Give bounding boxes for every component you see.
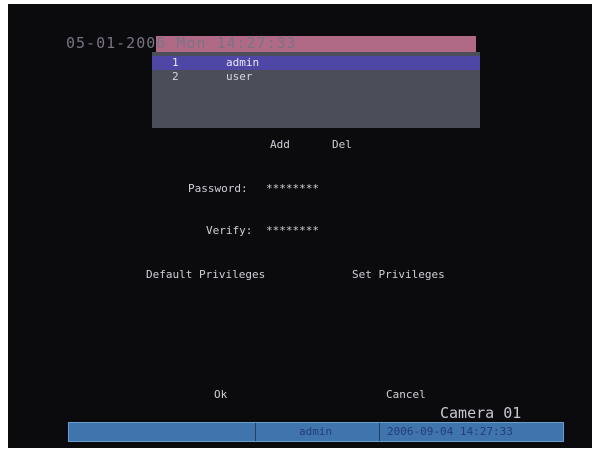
add-button[interactable]: Add [270, 138, 290, 151]
default-privileges-button[interactable]: Default Privileges [146, 268, 265, 281]
user-index: 1 [172, 56, 179, 69]
verify-label: Verify: [206, 224, 253, 237]
password-field[interactable]: ******** [266, 182, 319, 195]
list-item[interactable]: 1 admin [152, 56, 480, 70]
status-datetime: 2006-09-04 14:27:33 [387, 425, 513, 438]
delete-button[interactable]: Del [332, 138, 352, 151]
user-name: user [226, 70, 253, 83]
camera-label: Camera 01 [440, 404, 522, 422]
list-item[interactable]: 2 user [152, 70, 480, 84]
user-index: 2 [172, 70, 179, 83]
verify-field[interactable]: ******** [266, 224, 319, 237]
password-label: Password: [188, 182, 248, 195]
user-list[interactable]: 1 admin 2 user [152, 52, 480, 128]
set-privileges-button[interactable]: Set Privileges [352, 268, 445, 281]
dvr-screen: 05-01-2006 Mon 14:27:33 1 admin 2 user A… [8, 4, 592, 448]
user-name: admin [226, 56, 260, 69]
cancel-button[interactable]: Cancel [386, 388, 426, 401]
datetime-overlay: 05-01-2006 Mon 14:27:33 [66, 34, 297, 52]
status-divider [255, 423, 256, 441]
ok-button[interactable]: Ok [214, 388, 227, 401]
status-divider [379, 423, 380, 441]
status-user: admin [299, 425, 333, 438]
status-bar: admin 2006-09-04 14:27:33 [68, 422, 564, 442]
